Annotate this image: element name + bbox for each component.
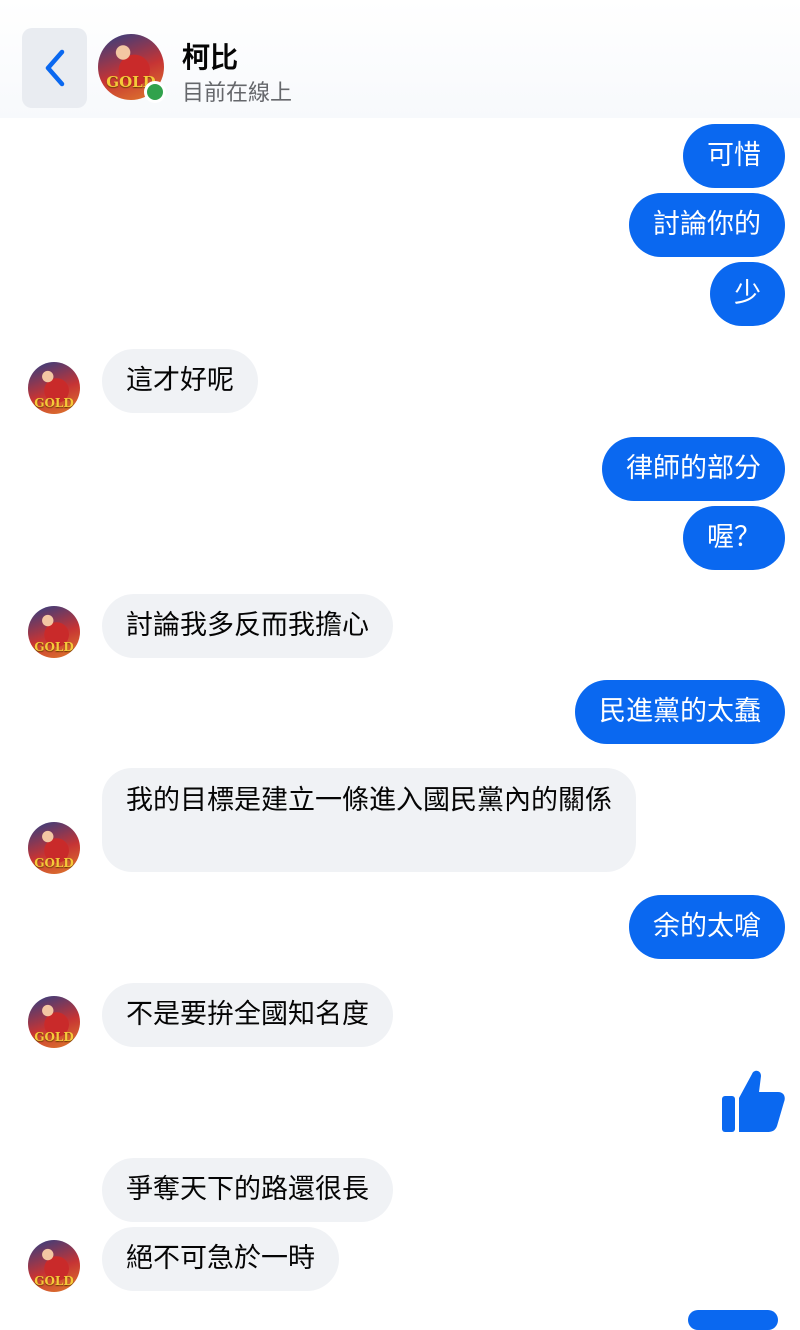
incoming-message[interactable]: 討論我多反而我擔心	[102, 594, 393, 658]
avatar-logo-text: GOLD	[34, 1273, 74, 1288]
avatar-logo-text: GOLD	[34, 1029, 74, 1044]
incoming-message[interactable]: 爭奪天下的路還很長	[102, 1158, 393, 1222]
avatar-logo-text: GOLD	[34, 395, 74, 410]
online-status-dot	[144, 81, 166, 103]
outgoing-message[interactable]: 民進黨的太蠢	[575, 680, 785, 744]
outgoing-message[interactable]: 討論你的	[629, 193, 785, 257]
incoming-message[interactable]: 不是要拚全國知名度	[102, 983, 393, 1047]
back-button[interactable]	[22, 28, 87, 108]
outgoing-message-partial[interactable]	[688, 1310, 778, 1330]
avatar-logo-text: GOLD	[34, 855, 74, 870]
avatar-logo-text: GOLD	[34, 639, 74, 654]
incoming-message[interactable]: 絕不可急於一時	[102, 1227, 339, 1291]
sender-avatar[interactable]: GOLD	[28, 1240, 80, 1292]
incoming-message[interactable]: 這才好呢	[102, 349, 258, 413]
outgoing-message[interactable]: 可惜	[683, 124, 785, 188]
sender-avatar[interactable]: GOLD	[28, 822, 80, 874]
incoming-message[interactable]: 我的目標是建立一條進入國民黨內的關係	[102, 768, 636, 872]
chat-header: GOLD 柯比 目前在線上	[0, 0, 800, 118]
contact-name[interactable]: 柯比	[182, 36, 238, 76]
outgoing-message[interactable]: 喔？	[683, 506, 785, 570]
outgoing-message[interactable]: 余的太嗆	[629, 895, 785, 959]
outgoing-message[interactable]: 少	[710, 262, 785, 326]
sender-avatar[interactable]: GOLD	[28, 996, 80, 1048]
contact-status: 目前在線上	[182, 81, 293, 106]
chevron-left-icon	[45, 49, 64, 87]
sender-avatar[interactable]: GOLD	[28, 606, 80, 658]
thumbs-up-icon[interactable]	[720, 1066, 786, 1136]
sender-avatar[interactable]: GOLD	[28, 362, 80, 414]
outgoing-message[interactable]: 律師的部分	[602, 437, 785, 501]
